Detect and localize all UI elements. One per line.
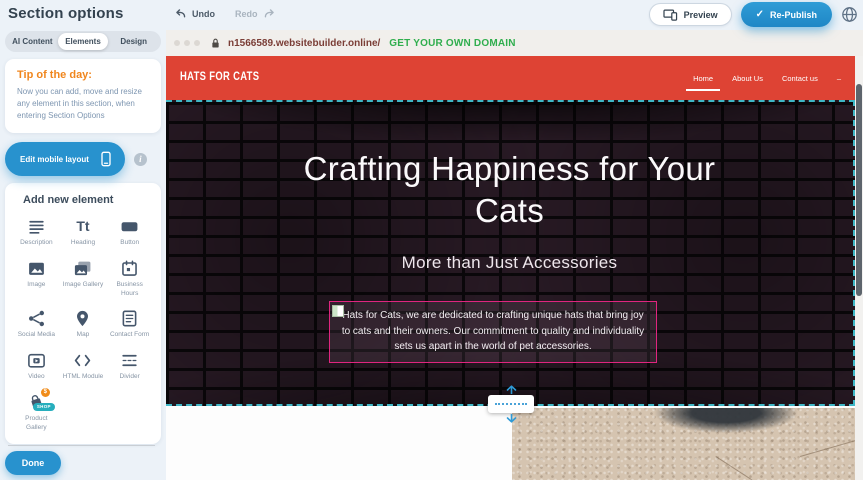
hero-section[interactable]: Crafting Happiness for Your Cats More th… [166, 100, 855, 406]
shop-badge: SHOP [33, 403, 55, 411]
arrow-down-icon [506, 414, 517, 423]
redo-button[interactable]: Redo [233, 5, 278, 22]
tip-card: Tip of the day: Now you can add, move an… [5, 59, 161, 133]
mobile-layout-row: Edit mobile layout i [5, 142, 166, 176]
next-section-image[interactable] [512, 408, 855, 480]
republish-button[interactable]: ✓ Re-Publish [741, 2, 832, 27]
business-hours-icon [120, 259, 139, 278]
cat-shadow [636, 408, 816, 446]
element-description[interactable]: Description [13, 217, 60, 248]
new-badge: $ [41, 388, 50, 397]
social-media-icon [27, 309, 46, 328]
tab-design[interactable]: Design [108, 33, 159, 50]
sidebar-divider [8, 445, 155, 446]
element-grid: Description Tt Heading Button Image [13, 217, 153, 432]
hero-subheading[interactable]: More than Just Accessories [166, 253, 853, 273]
check-icon: ✓ [756, 9, 764, 20]
html-module-icon [73, 351, 92, 370]
site-nav: Home About Us Contact us – [693, 56, 841, 100]
nav-more[interactable]: – [837, 74, 841, 83]
browser-dot [194, 40, 200, 46]
add-element-title: Add new element [13, 194, 153, 206]
done-button[interactable]: Done [5, 451, 61, 475]
hero-text-block[interactable]: Hats for Cats, we are dedicated to craft… [329, 301, 657, 363]
info-icon[interactable]: i [134, 153, 147, 166]
site-header: HATS FOR CATS Home About Us Contact us – [166, 56, 855, 100]
element-heading[interactable]: Tt Heading [60, 217, 107, 248]
element-button[interactable]: Button [106, 217, 153, 248]
site-logo[interactable]: HATS FOR CATS [180, 71, 259, 83]
sidebar: AI Content Elements Design Tip of the da… [0, 30, 166, 480]
lock-icon [210, 37, 221, 49]
element-image[interactable]: Image [13, 259, 60, 299]
hero-body-text: Hats for Cats, we are dedicated to craft… [342, 310, 644, 352]
nav-about-us[interactable]: About Us [732, 74, 763, 83]
element-map[interactable]: Map [60, 309, 107, 340]
grip-dots-icon [495, 403, 527, 405]
add-element-panel: Add new element Description Tt Heading B… [5, 183, 161, 444]
tip-body: Now you can add, move and resize any ele… [17, 86, 149, 122]
browser-dot [174, 40, 180, 46]
video-icon [27, 351, 46, 370]
element-video[interactable]: Video [13, 351, 60, 382]
floor-seam [715, 456, 804, 480]
element-image-gallery[interactable]: Image Gallery [60, 259, 107, 299]
undo-button[interactable]: Undo [172, 5, 217, 22]
topbar: Section options Undo Redo Preview ✓ Re-P… [0, 0, 863, 30]
tip-title: Tip of the day: [17, 69, 149, 81]
element-business-hours[interactable]: Business Hours [106, 259, 153, 299]
preview-button[interactable]: Preview [649, 3, 732, 26]
language-globe-button[interactable] [841, 6, 858, 23]
redo-icon [263, 7, 276, 20]
product-gallery-icon: $ SHOP [27, 393, 46, 412]
resize-grip[interactable] [488, 395, 534, 413]
get-domain-link[interactable]: GET YOUR OWN DOMAIN [389, 38, 515, 49]
browser-bar: n1566589.websitebuilder.online/ GET YOUR… [166, 30, 863, 56]
map-pin-icon [73, 309, 92, 328]
edit-mobile-layout-button[interactable]: Edit mobile layout [5, 142, 125, 176]
globe-icon [841, 6, 858, 23]
element-html-module[interactable]: HTML Module [60, 351, 107, 382]
tab-elements[interactable]: Elements [58, 33, 109, 50]
site-url: n1566589.websitebuilder.online/ [228, 38, 380, 49]
divider-icon [120, 351, 139, 370]
heading-icon: Tt [76, 217, 89, 236]
sidebar-tabs: AI Content Elements Design [5, 31, 161, 52]
element-contact-form[interactable]: Contact Form [106, 309, 153, 340]
topbar-actions: Preview ✓ Re-Publish [649, 2, 858, 27]
undo-icon [174, 7, 187, 20]
button-icon [120, 217, 139, 236]
nav-contact-us[interactable]: Contact us [782, 74, 818, 83]
element-product-gallery[interactable]: $ SHOP Product Gallery [13, 393, 60, 433]
image-icon [27, 259, 46, 278]
hero-heading[interactable]: Crafting Happiness for Your Cats [285, 102, 735, 232]
site-preview: n1566589.websitebuilder.online/ GET YOUR… [166, 30, 863, 480]
preview-scrollbar[interactable] [855, 56, 863, 480]
undo-redo-group: Undo Redo [172, 5, 278, 22]
devices-icon [663, 8, 678, 21]
arrow-up-icon [506, 385, 517, 394]
image-gallery-icon [73, 259, 92, 278]
phone-icon [98, 150, 114, 168]
element-divider[interactable]: Divider [106, 351, 153, 382]
scrollbar-thumb[interactable] [856, 84, 862, 296]
nav-home[interactable]: Home [693, 74, 713, 83]
section-resize-handle[interactable] [488, 385, 534, 425]
tab-ai-content[interactable]: AI Content [7, 33, 58, 50]
element-social-media[interactable]: Social Media [13, 309, 60, 340]
page-title: Section options [8, 5, 124, 22]
browser-dot [184, 40, 190, 46]
element-drag-handle[interactable] [332, 305, 344, 317]
description-icon [27, 217, 46, 236]
contact-form-icon [120, 309, 139, 328]
